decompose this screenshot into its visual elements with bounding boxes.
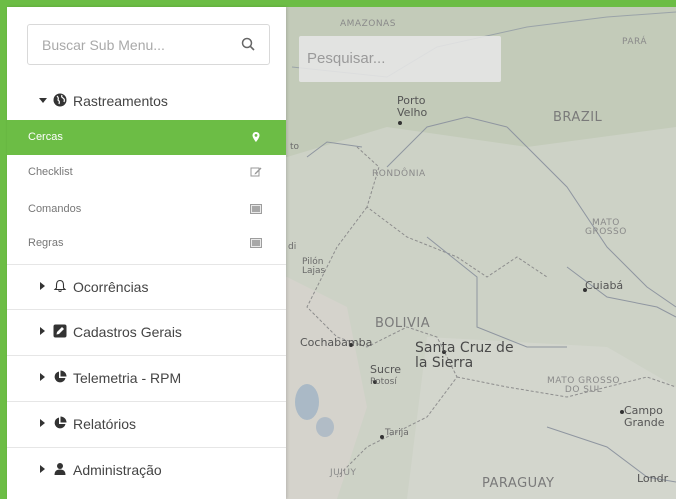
menu-group-label: Telemetria - RPM — [73, 370, 182, 386]
map-label-amazonas: AMAZONAS — [340, 19, 396, 29]
map-label-tarija: Tarija — [385, 428, 409, 438]
menu-group-label: Administração — [73, 462, 162, 478]
bell-icon — [53, 279, 67, 293]
search-icon[interactable] — [241, 37, 255, 51]
map-label-edge-di: di — [288, 242, 297, 252]
map-label-mato-grosso: MATO GROSSO — [585, 218, 627, 238]
menu-group-telemetria-rpm[interactable]: Telemetria - RPM — [7, 356, 286, 400]
globe-icon — [53, 93, 67, 107]
list-icon — [250, 204, 262, 214]
submenu-item-label: Regras — [28, 237, 64, 249]
submenu-item-comandos[interactable]: Comandos — [7, 192, 286, 227]
menu-group-cadastros-gerais[interactable]: Cadastros Gerais — [7, 310, 286, 354]
map-label-para: PARÁ — [622, 37, 648, 47]
pie-chart-icon — [54, 370, 67, 383]
map-label-edge-to: to — [290, 142, 300, 152]
map-marker-icon — [252, 132, 260, 142]
submenu-search-placeholder: Buscar Sub Menu... — [42, 37, 165, 53]
map-label-porto-velho: Porto Velho — [397, 94, 428, 119]
submenu-item-label: Comandos — [28, 203, 82, 215]
menu-group-label: Relatórios — [73, 416, 137, 432]
pie-chart-icon — [54, 416, 67, 429]
caret-right-icon — [40, 282, 45, 290]
caret-right-icon — [40, 373, 45, 381]
caret-right-icon — [40, 327, 45, 335]
map-label-cochabamba: Cochabamba — [300, 336, 373, 349]
map-label-bolivia: BOLIVIA — [375, 316, 431, 331]
submenu-item-cercas[interactable]: Cercas — [7, 120, 286, 155]
map-label-sucre: Sucre — [370, 363, 402, 376]
submenu-search-input[interactable]: Buscar Sub Menu... — [27, 24, 270, 65]
pencil-square-icon — [250, 167, 262, 177]
map-label-brazil: BRAZIL — [553, 110, 603, 125]
map-label-cuiaba: Cuiabá — [585, 279, 624, 292]
menu-group-label: Ocorrências — [73, 279, 149, 295]
menu-group-label: Cadastros Gerais — [73, 324, 182, 340]
map-label-pilon-lajas: Pilón Lajas — [302, 257, 326, 277]
map-label-santa-cruz: Santa Cruz de la Sierra — [415, 340, 514, 371]
menu-group-administracao[interactable]: Administração — [7, 448, 286, 492]
menu-group-relatorios[interactable]: Relatórios — [7, 402, 286, 446]
submenu-item-checklist[interactable]: Checklist — [7, 155, 286, 190]
menu-group-label: Rastreamentos — [73, 93, 168, 109]
map-label-potosi: Potosí — [370, 377, 397, 387]
submenu-item-label: Cercas — [28, 131, 63, 143]
caret-right-icon — [40, 419, 45, 427]
edit-icon — [53, 324, 67, 338]
map-label-londrina: Londr — [637, 472, 669, 485]
map-label-mato-grosso-do-sul: MATO GROSSO DO SUL — [547, 376, 620, 396]
user-icon — [54, 463, 66, 475]
caret-right-icon — [40, 465, 45, 473]
menu-group-rastreamentos[interactable]: Rastreamentos — [7, 79, 286, 123]
map-label-campo-grande: Campo Grande — [624, 404, 665, 429]
submenu-item-regras[interactable]: Regras — [7, 226, 286, 261]
caret-down-icon — [39, 98, 47, 103]
map-label-paraguay: PARAGUAY — [482, 476, 555, 491]
list-icon — [250, 238, 262, 248]
menu-group-ocorrencias[interactable]: Ocorrências — [7, 265, 286, 309]
submenu-item-label: Checklist — [28, 166, 73, 178]
map-label-rondonia: RONDÔNIA — [372, 169, 426, 179]
map-search-input[interactable]: Pesquisar... — [299, 36, 501, 82]
map-label-jujuy: JUJUY — [330, 468, 357, 478]
